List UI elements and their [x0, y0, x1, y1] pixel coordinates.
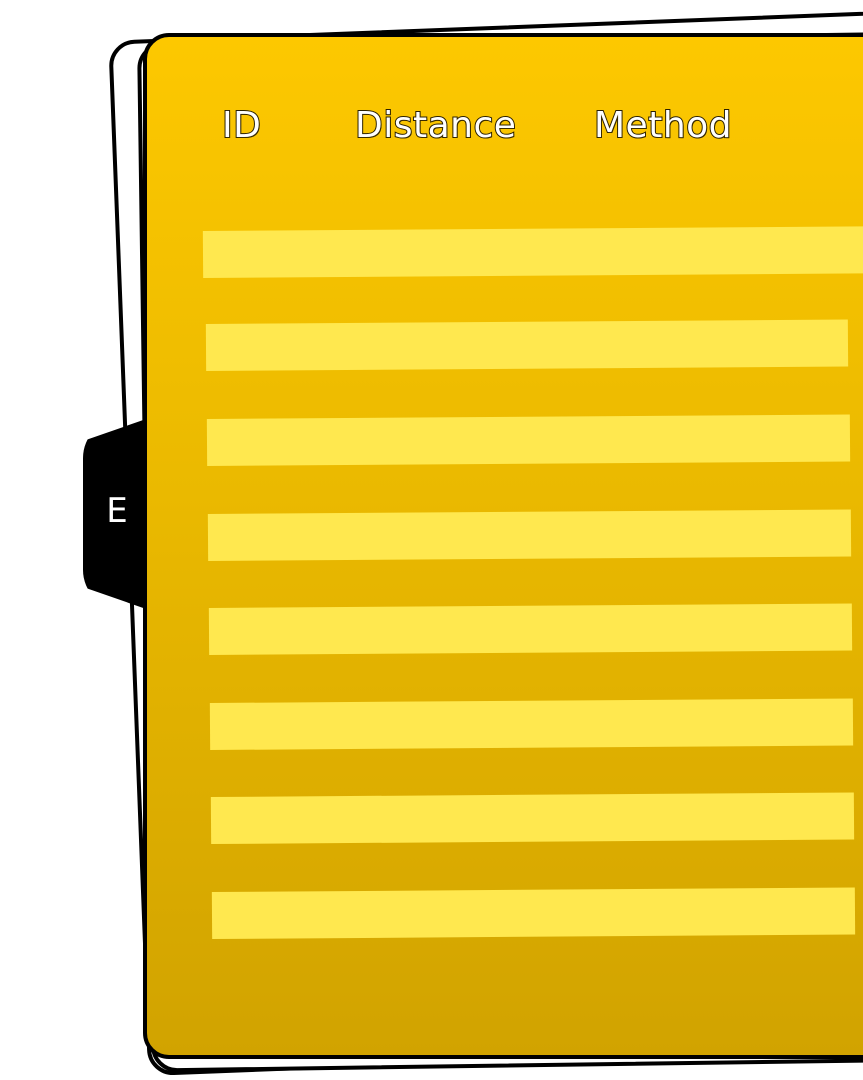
- table-row[interactable]: [211, 887, 856, 939]
- table-row[interactable]: [207, 509, 852, 561]
- table-row[interactable]: [210, 792, 855, 844]
- table-row[interactable]: [202, 226, 863, 278]
- side-tab-label: E: [106, 491, 128, 531]
- table-row[interactable]: [206, 414, 851, 466]
- table-row[interactable]: [208, 603, 853, 655]
- column-header-method: Method: [593, 104, 733, 147]
- column-header-id: ID: [221, 104, 262, 147]
- table-row[interactable]: [205, 319, 849, 371]
- stage: E ID Distance Method: [0, 0, 863, 1080]
- table-row[interactable]: [209, 698, 854, 750]
- column-header-distance: Distance: [354, 104, 517, 147]
